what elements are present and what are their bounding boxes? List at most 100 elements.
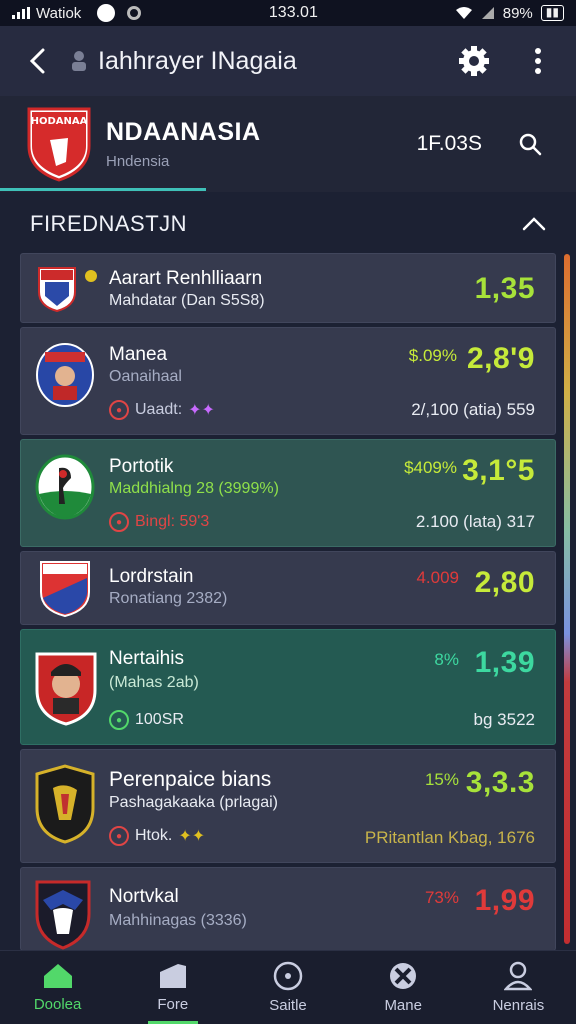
profile-icon — [504, 961, 533, 991]
team-crest-icon — [36, 343, 94, 407]
settings-status-icon — [127, 6, 142, 20]
back-arrow-icon — [29, 48, 45, 74]
team-name: Aarart Renhlliaarn — [109, 268, 263, 289]
emoji-icon: ✦✦ — [188, 402, 215, 419]
page-title: Iahhrayer INagaia — [98, 46, 297, 75]
team-league: Oanaihaal — [109, 368, 182, 385]
stat-line: bg 3522 — [473, 710, 535, 729]
odds-value[interactable]: 1,99 — [475, 884, 535, 918]
odds-value[interactable]: 3,1°5 — [462, 454, 535, 488]
nav-item-home[interactable]: Doolea — [0, 951, 115, 1024]
team-name: Perenpaice bians — [109, 768, 272, 791]
more-options-button[interactable] — [518, 41, 558, 81]
battery-percent: 89% — [502, 4, 533, 22]
nav-item-profile[interactable]: Nenrais — [461, 951, 576, 1024]
nav-label: Fore — [157, 996, 189, 1013]
odds-value[interactable]: 1,39 — [475, 646, 535, 680]
team-name: Nertaihis — [109, 648, 184, 669]
user-icon — [72, 51, 86, 71]
record-icon: ● — [109, 710, 129, 730]
nav-label: Nenrais — [492, 997, 545, 1014]
stat-line: PRitantlan Kbag, 1676 — [364, 828, 535, 847]
stat-line: 2.100 (lata) 317 — [415, 512, 535, 531]
back-button[interactable] — [18, 41, 58, 81]
nav-item-live[interactable]: Mane — [346, 951, 461, 1024]
team-crest-icon — [35, 880, 91, 950]
list-item[interactable]: Nertaihis (Mahas 2ab) ● 100SR 8% 1,39 bg… — [20, 629, 556, 745]
team-name: Lordrstain — [109, 566, 194, 587]
emoji-icon: ✦✦ — [178, 828, 206, 845]
nav-label: Saitle — [269, 997, 307, 1014]
scrollbar[interactable] — [564, 254, 570, 944]
team-header: HODANAA NDAANASIA Hndensia 1F.03S — [0, 96, 576, 192]
signal-icon — [12, 7, 30, 19]
bottom-nav: Doolea Fore Saitle Mane Nenrais — [0, 950, 576, 1024]
meta-label: Htok. — [135, 827, 173, 844]
search-button[interactable] — [510, 124, 550, 164]
team-name: Manea — [109, 344, 168, 365]
search-icon — [519, 133, 542, 156]
list-item[interactable]: Perenpaice bians Pashagakaaka (prlagai) … — [20, 749, 556, 863]
active-tab-indicator — [0, 188, 206, 191]
ball-icon — [390, 963, 417, 989]
nav-item-sports[interactable]: Saitle — [230, 951, 345, 1024]
team-name: NDAANASIA — [106, 118, 261, 146]
meta-label: Uaadt: — [135, 401, 183, 418]
record-icon: ● — [109, 400, 129, 420]
ticket-icon — [159, 964, 186, 988]
team-league: Maddhialng 28 (3999%) — [109, 480, 279, 497]
carrier-label: Watiok — [36, 4, 82, 22]
target-icon — [273, 961, 303, 991]
list-item[interactable]: Portotik Maddhialng 28 (3999%) ● Bingl: … — [20, 439, 556, 547]
percent-change: 15% — [424, 770, 459, 789]
crest-text: HODANAA — [31, 116, 88, 127]
section-title: FIREDNASTJN — [30, 211, 188, 236]
odds-value[interactable]: 1,35 — [475, 272, 535, 306]
percent-change: 4.009 — [416, 568, 459, 587]
gear-icon — [459, 46, 489, 76]
star-icon — [85, 270, 97, 282]
percent-change: $.09% — [408, 346, 457, 365]
team-crest-icon — [35, 764, 95, 844]
team-crest-icon — [35, 454, 95, 520]
team-crest-icon: HODANAA — [27, 107, 91, 182]
battery-icon: ▮▮ — [540, 5, 564, 21]
list-item[interactable]: Manea Oanaihaal ● Uaadt: ✦✦ $.09% 2,8'9 … — [20, 327, 556, 435]
stat-line: 2/,100 (atia) 559 — [411, 400, 535, 419]
odds-value[interactable]: 2,8'9 — [467, 342, 535, 376]
meta-label: 100SR — [135, 711, 184, 728]
team-crest-icon — [38, 267, 76, 312]
section-header[interactable]: FIREDNASTJN — [0, 196, 576, 252]
odds-value[interactable]: 2,80 — [475, 566, 535, 600]
list-item[interactable]: Nortvkal Mahhinagas (3336) 73% 1,99 — [20, 867, 556, 951]
team-subtitle: Hndensia — [106, 153, 170, 170]
list-item[interactable]: Lordrstain Ronatiang 2382) 4.009 2,80 — [20, 551, 556, 625]
whatsapp-icon — [97, 4, 116, 22]
nav-item-stats[interactable]: Fore — [115, 951, 230, 1024]
wifi-icon — [455, 7, 472, 19]
more-vert-icon — [535, 48, 541, 74]
team-value: 1F.03S — [416, 132, 482, 155]
percent-change: 8% — [434, 650, 459, 669]
percent-change: $409% — [404, 458, 457, 477]
team-name: Portotik — [109, 456, 174, 477]
team-crest-icon — [40, 561, 90, 618]
chevron-up-icon[interactable] — [522, 217, 546, 231]
team-league: Mahhinagas (3336) — [109, 912, 247, 929]
home-icon — [43, 964, 72, 988]
record-icon: ● — [109, 826, 129, 846]
list-item[interactable]: Aarart Renhlliaarn Mahdatar (Dan S5S8) 1… — [20, 253, 556, 323]
settings-button[interactable] — [454, 41, 494, 81]
app-bar: Iahhrayer INagaia — [0, 26, 576, 96]
odds-value[interactable]: 3,3.3 — [466, 766, 535, 800]
app-title-area: Iahhrayer INagaia — [70, 47, 454, 76]
record-icon: ● — [109, 512, 129, 532]
team-league: Mahdatar (Dan S5S8) — [109, 292, 265, 309]
signal-strength-icon — [481, 7, 494, 19]
nav-label: Mane — [384, 997, 422, 1014]
clock: 133.01 — [268, 4, 318, 21]
team-crest-icon — [35, 652, 97, 726]
team-league: Ronatiang 2382) — [109, 590, 228, 607]
percent-change: 73% — [424, 888, 459, 907]
status-bar: Watiok 133.01 89% ▮▮ — [0, 0, 576, 26]
